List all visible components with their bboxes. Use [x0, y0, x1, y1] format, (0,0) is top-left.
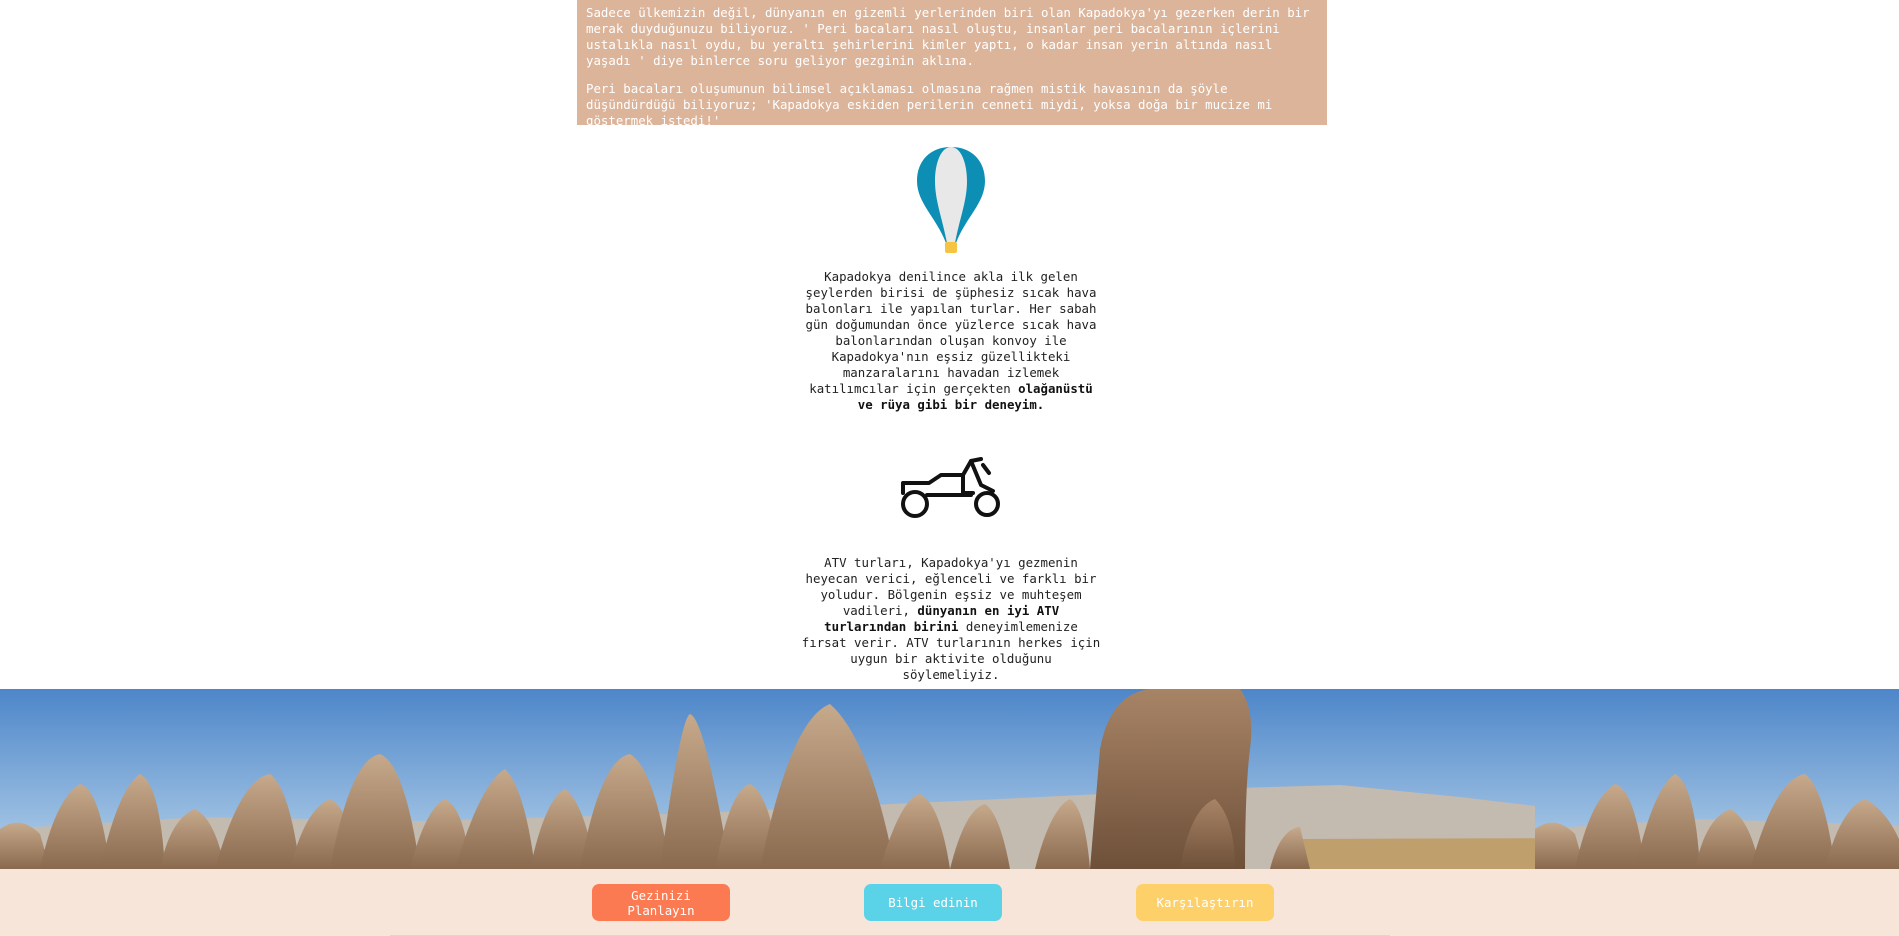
intro-section: Sadece ülkemizin değil, dünyanın en gize… — [577, 0, 1327, 128]
intro-paragraph-1: Sadece ülkemizin değil, dünyanın en gize… — [586, 5, 1310, 68]
cappadocia-landscape-image — [0, 689, 1899, 869]
hot-air-balloon-icon — [917, 147, 985, 253]
footer-bar: Gezinizi Planlayın Bilgi edinin Karşılaş… — [0, 869, 1899, 936]
plan-trip-button[interactable]: Gezinizi Planlayın — [592, 884, 730, 921]
balloon-text-body: Kapadokya denilince akla ilk gelen şeyle… — [805, 269, 1097, 396]
get-info-button[interactable]: Bilgi edinin — [864, 884, 1002, 921]
intro-paragraph-2: Peri bacaları oluşumunun bilimsel açıkla… — [586, 81, 1273, 128]
balloon-feature-text: Kapadokya denilince akla ilk gelen şeyle… — [801, 269, 1101, 413]
compare-button[interactable]: Karşılaştırın — [1136, 884, 1274, 921]
atv-feature-text: ATV turları, Kapadokya'yı gezmenin heyec… — [801, 555, 1101, 683]
atv-icon — [901, 457, 1000, 518]
